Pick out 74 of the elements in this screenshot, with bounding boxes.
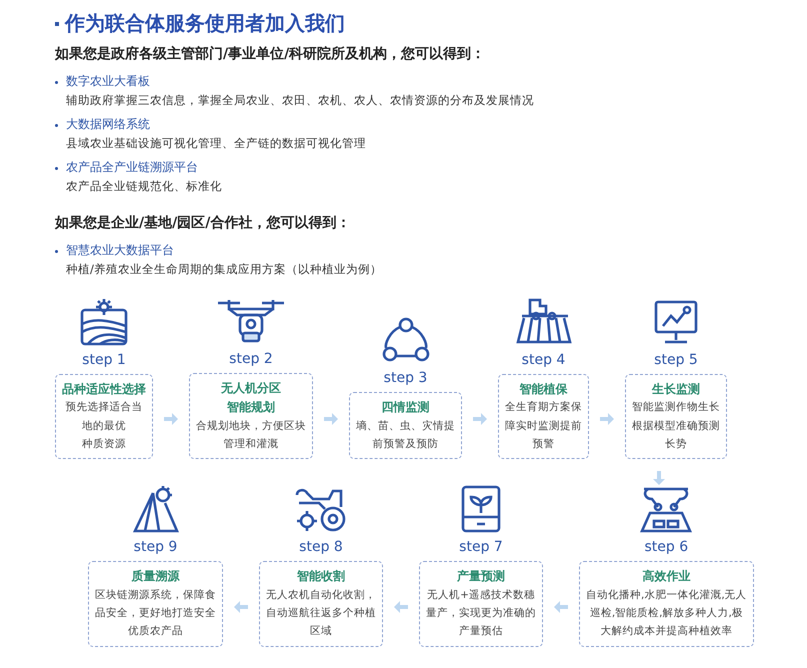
step-description: 无人机+遥感技术数穗 xyxy=(427,588,535,603)
page-title: 作为联合体服务使用者加入我们 xyxy=(65,10,345,37)
right-arrow-icon xyxy=(164,413,178,426)
step-title: 高效作业 xyxy=(642,568,690,585)
step-description: 长势 xyxy=(665,436,687,452)
step-label: step 5 xyxy=(654,352,698,368)
step-label: step 1 xyxy=(82,352,126,368)
drone-icon xyxy=(216,297,286,345)
robot-arm-icon xyxy=(638,485,694,534)
left-arrow-icon xyxy=(554,600,568,613)
left-arrow-icon xyxy=(234,600,248,613)
step-description: 产量预估 xyxy=(459,624,503,640)
section-heading: 如果您是企业/基地/园区/合作社，您可以得到： xyxy=(55,214,352,232)
title-marker xyxy=(55,22,59,26)
step-description: 预先选择适合当 xyxy=(66,400,142,416)
left-arrow-icon xyxy=(394,600,408,613)
step-description: 区块链溯源系统，保障食 xyxy=(95,588,216,603)
step-description: 自动化播种,水肥一体化灌溉,无人 xyxy=(586,588,747,603)
feature-description: 种植/养殖农业全生命周期的集成应用方案（以种植业为例） xyxy=(66,262,382,277)
step-description: 区域 xyxy=(310,624,332,640)
step-description: 无人农机自动化收割， xyxy=(266,588,376,603)
step-title: 产量预测 xyxy=(457,568,505,585)
step-title: 四情监测 xyxy=(382,398,430,416)
step-description: 障实时监测提前 xyxy=(505,418,582,434)
tractor-field-icon xyxy=(516,298,572,346)
step-description: 大解约成本并提高种植效率 xyxy=(600,624,732,640)
step-label: step 4 xyxy=(522,352,566,368)
step-title: 生长监测 xyxy=(652,380,700,398)
step-description: 品安全，更好地打造安全 xyxy=(95,606,216,622)
feature-name: 农产品全产业链溯源平台 xyxy=(66,159,199,176)
step-description: 自动巡航往返多个种植 xyxy=(266,606,376,622)
feature-description: 农产品全业链规范化、标准化 xyxy=(66,179,222,194)
right-arrow-icon xyxy=(324,413,338,426)
field-gear-icon xyxy=(130,485,180,534)
step-description: 地的最优 xyxy=(82,418,126,434)
bullet-icon xyxy=(55,167,58,170)
feature-name: 智慧农业大数据平台 xyxy=(66,242,175,259)
bullet-icon xyxy=(55,124,58,127)
step-description: 全生育期方案保 xyxy=(505,400,582,416)
step-description: 墒、苗、虫、灾情提 xyxy=(356,418,455,434)
step-description: 根据模型准确预测 xyxy=(632,418,720,434)
step-label: step 8 xyxy=(299,539,343,556)
step-label: step 3 xyxy=(384,370,428,386)
step-title: 智能收割 xyxy=(297,568,345,585)
step-description: 种质资源 xyxy=(82,436,126,452)
step-description: 前预警及预防 xyxy=(372,436,438,452)
feature-description: 辅助政府掌握三农信息，掌握全局农业、农田、农机、农人、农情资源的分布及发展情况 xyxy=(66,93,534,108)
bullet-icon xyxy=(55,250,58,253)
step-label: step 6 xyxy=(644,539,688,556)
step-description: 优质农产品 xyxy=(128,624,183,640)
feature-name: 大数据网络系统 xyxy=(66,116,151,133)
step-description: 预警 xyxy=(532,436,554,452)
feature-description: 县域农业基础设施可视化管理、全产链的数据可视化管理 xyxy=(66,136,366,151)
step-label: step 2 xyxy=(229,351,273,367)
step-description: 管理和灌溉 xyxy=(224,436,278,452)
network-icon xyxy=(380,316,430,364)
step-description: 合规划地块，方便区块 xyxy=(196,418,306,434)
step-label: step 9 xyxy=(134,539,178,556)
step-title: 品种适应性选择 xyxy=(62,380,146,398)
plant-tablet-icon xyxy=(459,485,503,534)
step-label: step 7 xyxy=(459,539,503,556)
section-heading: 如果您是政府各级主管部门/事业单位/科研院所及机构，您可以得到： xyxy=(55,45,486,63)
step-description: 智能监测作物生长 xyxy=(632,400,720,416)
down-arrow-icon xyxy=(653,471,665,486)
step-title: 质量溯源 xyxy=(132,568,180,585)
bullet-icon xyxy=(55,81,58,84)
step-title: 智能规划 xyxy=(227,398,275,416)
step-title: 无人机分区 xyxy=(221,380,281,397)
step-title: 智能植保 xyxy=(520,380,568,398)
feature-name: 数字农业大看板 xyxy=(66,73,151,90)
step-description: 巡检,智能质检,解放多种人力,极 xyxy=(590,606,743,622)
right-arrow-icon xyxy=(600,413,614,426)
right-arrow-icon xyxy=(473,413,487,426)
step-description: 量产，实现更为准确的 xyxy=(426,606,536,622)
